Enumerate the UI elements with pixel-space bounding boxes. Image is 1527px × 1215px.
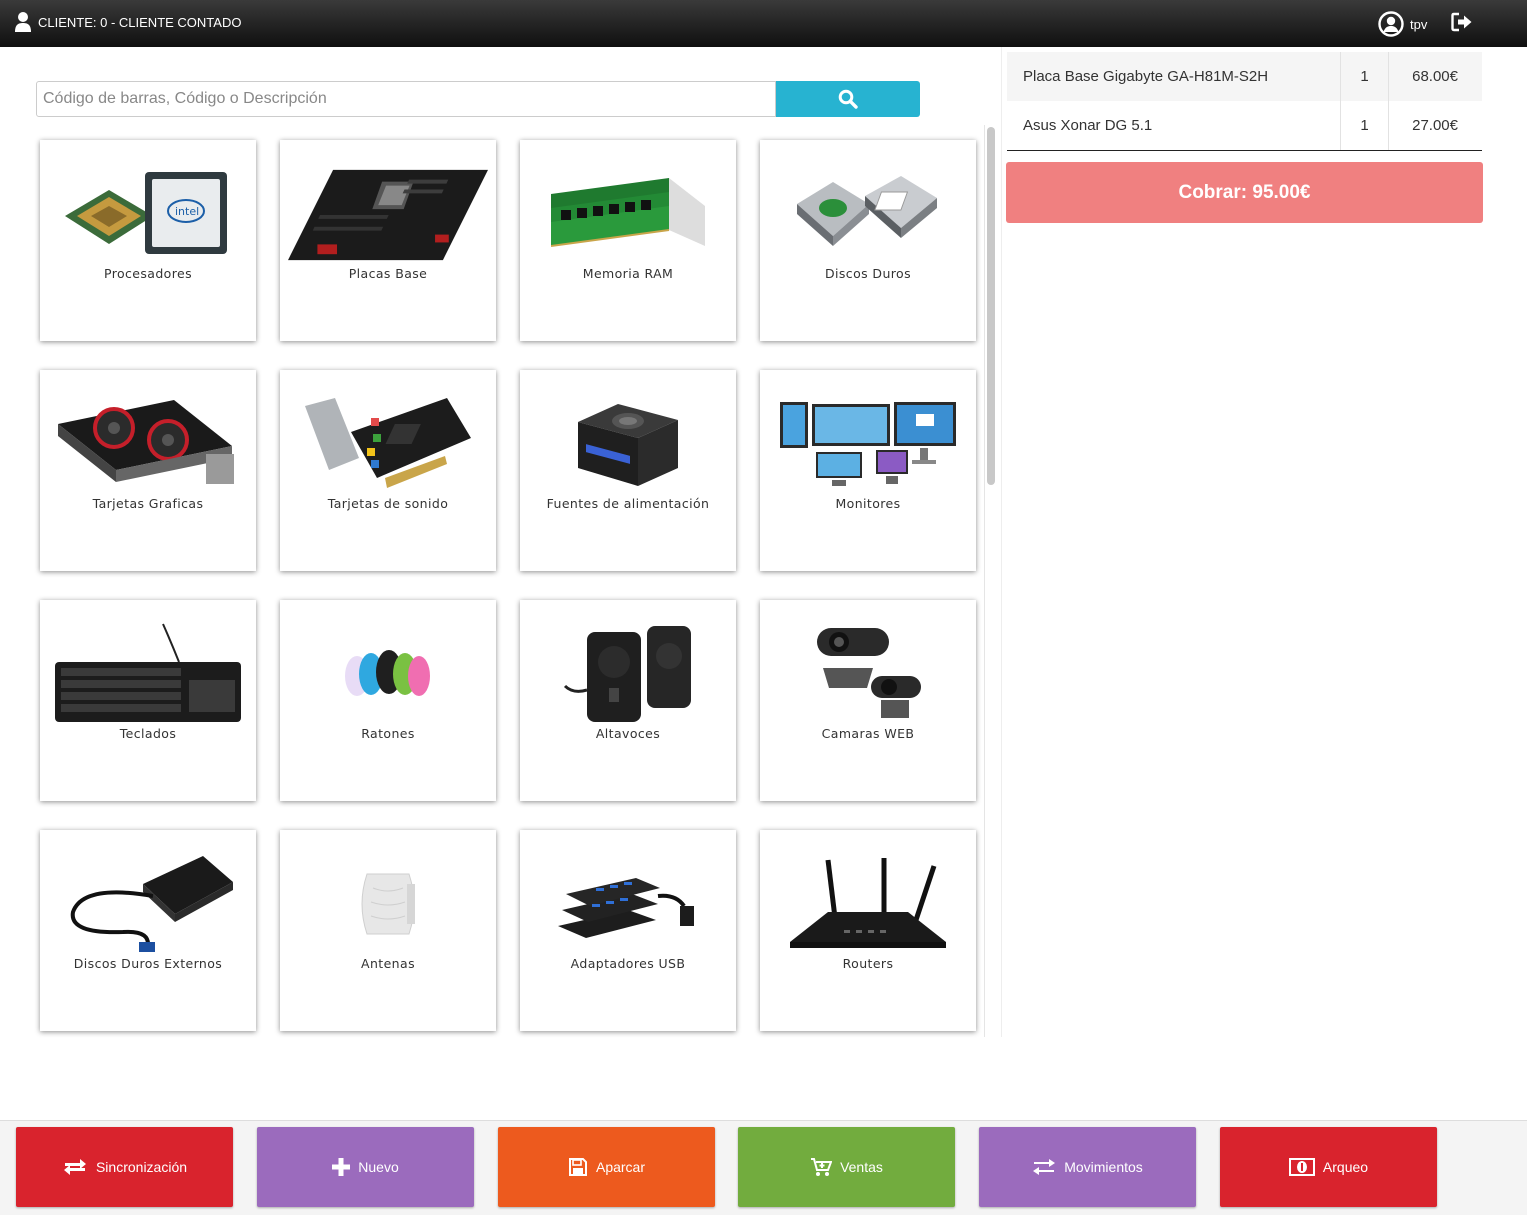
external-hdd-icon (48, 850, 248, 958)
category-tile-memoria-ram[interactable]: Memoria RAM (520, 140, 736, 341)
tile-label: Teclados (119, 726, 177, 741)
category-tile-camaras-web[interactable]: Camaras WEB (760, 600, 976, 801)
search-bar (36, 81, 920, 117)
tile-label: Altavoces (595, 726, 661, 741)
mice-icon (288, 620, 488, 728)
catalog-pane: intel Procesadores Placas (0, 47, 1000, 1037)
tile-label: Camaras WEB (821, 726, 915, 741)
tile-label: Ratones (361, 726, 415, 741)
keyboard-icon (48, 620, 248, 728)
new-button[interactable]: Nuevo (257, 1127, 474, 1207)
category-tile-teclados[interactable]: Teclados (40, 600, 256, 801)
category-tile-routers[interactable]: Routers (760, 830, 976, 1031)
tile-label: Discos Duros (825, 266, 911, 281)
ticket-line-qty: 1 (1340, 52, 1388, 101)
ticket-line[interactable]: Placa Base Gigabyte GA-H81M-S2H 1 68.00€ (1007, 52, 1482, 101)
ticket-line-price: 27.00€ (1388, 101, 1482, 150)
action-label: Arqueo (1322, 1159, 1369, 1175)
tile-label: Adaptadores USB (570, 956, 686, 971)
router-icon (768, 850, 968, 958)
hdd-icon (768, 160, 968, 268)
category-tile-adaptadores-usb[interactable]: Adaptadores USB (520, 830, 736, 1031)
tile-label: Monitores (835, 496, 901, 511)
tile-label: Discos Duros Externos (73, 956, 223, 971)
category-tile-tarjetas-graficas[interactable]: Tarjetas Graficas (40, 370, 256, 571)
tile-label: Tarjetas Graficas (92, 496, 204, 511)
motherboard-icon (288, 160, 488, 268)
transfer-icon (1033, 1159, 1056, 1175)
speakers-icon (528, 620, 728, 728)
scrollbar-thumb[interactable] (987, 127, 995, 485)
sales-button[interactable]: Ventas (738, 1127, 955, 1207)
plus-icon (332, 1158, 351, 1176)
ticket-line-name: Asus Xonar DG 5.1 (1023, 117, 1153, 134)
ticket-line-price: 68.00€ (1388, 52, 1482, 101)
category-tile-antenas[interactable]: Antenas (280, 830, 496, 1031)
category-tile-ratones[interactable]: Ratones (280, 600, 496, 801)
gpu-icon (48, 390, 248, 498)
tile-label: Tarjetas de sonido (327, 496, 449, 511)
cart-icon (811, 1158, 833, 1176)
park-button[interactable]: Aparcar (498, 1127, 715, 1207)
monitors-icon (768, 390, 968, 498)
tile-label: Fuentes de alimentación (546, 496, 710, 511)
action-label: Movimientos (1064, 1159, 1143, 1175)
ticket-line-name: Placa Base Gigabyte GA-H81M-S2H (1023, 68, 1269, 85)
cpu-icon: intel (48, 160, 248, 268)
category-tile-tarjetas-de-sonido[interactable]: Tarjetas de sonido (280, 370, 496, 571)
webcam-icon (768, 620, 968, 728)
tile-label: Placas Base (348, 266, 428, 281)
search-input[interactable] (36, 81, 776, 117)
action-label: Nuevo (358, 1159, 399, 1175)
usb-hub-icon (528, 850, 728, 958)
sound-card-icon (288, 390, 488, 498)
action-label: Ventas (840, 1159, 883, 1175)
top-bar: CLIENTE: 0 - CLIENTE CONTADO tpv (0, 0, 1527, 47)
cash-count-button[interactable]: Arqueo (1220, 1127, 1437, 1207)
category-tile-altavoces[interactable]: Altavoces (520, 600, 736, 801)
category-tile-procesadores[interactable]: intel Procesadores (40, 140, 256, 341)
tile-label: Procesadores (103, 266, 192, 281)
svg-text:intel: intel (175, 205, 199, 218)
category-tile-discos-duros[interactable]: Discos Duros (760, 140, 976, 341)
search-icon (838, 89, 858, 109)
money-icon (1288, 1158, 1315, 1176)
logout-button[interactable] (1451, 12, 1473, 37)
sign-out-icon (1451, 12, 1472, 32)
action-label: Aparcar (595, 1159, 646, 1175)
scrollbar-track (984, 125, 985, 1037)
category-tile-discos-duros-externos[interactable]: Discos Duros Externos (40, 830, 256, 1031)
user-menu[interactable]: tpv (1378, 11, 1427, 37)
save-icon (568, 1158, 587, 1176)
sync-button[interactable]: Sincronización (16, 1127, 233, 1207)
search-button[interactable] (776, 81, 920, 117)
ticket-line[interactable]: Asus Xonar DG 5.1 1 27.00€ (1007, 101, 1482, 150)
sync-icon (63, 1159, 86, 1175)
pane-divider (1001, 47, 1002, 1037)
category-tile-fuentes-de-alimentacion[interactable]: Fuentes de alimentación (520, 370, 736, 571)
action-bar: Sincronización Nuevo Aparcar Ventas Movi… (0, 1120, 1527, 1215)
action-label: Sincronización (95, 1159, 188, 1175)
charge-button[interactable]: Cobrar: 95.00€ (1006, 162, 1483, 223)
client-label: CLIENTE: 0 - CLIENTE CONTADO (38, 14, 242, 30)
user-circle-icon (1378, 11, 1404, 37)
tile-label: Routers (842, 956, 894, 971)
ram-icon (528, 160, 728, 268)
user-name: tpv (1410, 16, 1428, 32)
user-icon (15, 12, 31, 32)
antenna-icon (288, 850, 488, 958)
client-selector[interactable]: CLIENTE: 0 - CLIENTE CONTADO (14, 11, 241, 33)
movements-button[interactable]: Movimientos (979, 1127, 1196, 1207)
ticket-line-qty: 1 (1340, 101, 1388, 150)
ticket-table: Placa Base Gigabyte GA-H81M-S2H 1 68.00€… (1007, 52, 1482, 151)
tile-label: Antenas (361, 956, 415, 971)
category-grid: intel Procesadores Placas Base Memoria R… (40, 140, 976, 1031)
power-supply-icon (528, 390, 728, 498)
category-tile-monitores[interactable]: Monitores (760, 370, 976, 571)
category-tile-placas-base[interactable]: Placas Base (280, 140, 496, 341)
tile-label: Memoria RAM (582, 266, 674, 281)
